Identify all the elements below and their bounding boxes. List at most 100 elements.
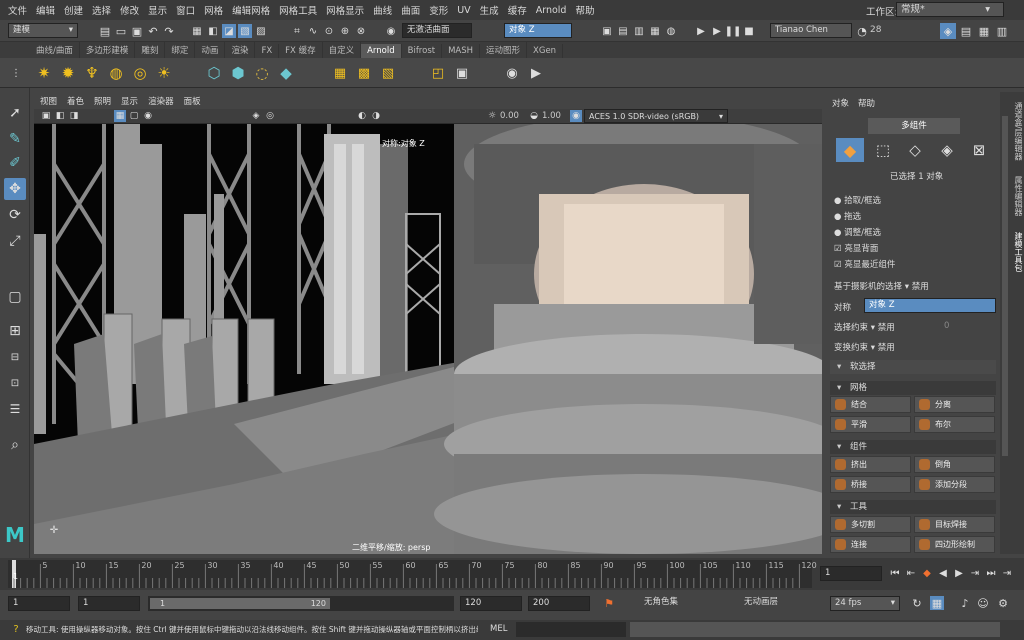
anim-layer-dropdown[interactable]: 无动画层 — [740, 596, 824, 611]
menu-help[interactable]: 帮助 — [575, 3, 594, 17]
add-divisions-button[interactable]: 添加分段 — [914, 476, 995, 493]
menu-cache[interactable]: 缓存 — [508, 3, 527, 17]
menu-surfaces[interactable]: 曲面 — [401, 3, 420, 17]
step-back-key-icon[interactable]: ⇤ — [904, 566, 918, 580]
target-weld-button[interactable]: 目标焊接 — [914, 516, 995, 533]
snap-live-icon[interactable]: ⊗ — [354, 24, 368, 38]
xray-icon[interactable]: ◎ — [264, 110, 276, 122]
viewport-panel[interactable]: 视图 着色 照明 显示 渲染器 面板 ▣ ◧ ◨ ▦ ▢ ◉ ◈ ◎ ◐ ◑ ☼… — [34, 92, 822, 554]
shelf-tab-custom[interactable]: 自定义 — [323, 42, 362, 58]
select-tool-icon[interactable]: ➚ — [4, 102, 26, 124]
bridge-button[interactable]: 桥接 — [830, 476, 911, 493]
aa-icon[interactable]: ◐ — [356, 110, 368, 122]
radio-pick-marquee[interactable]: ● 拾取/框选 — [834, 194, 881, 206]
channel-box-icon[interactable]: ▥ — [994, 23, 1010, 39]
export-standin-icon[interactable]: ⬢ — [228, 63, 248, 83]
snap-grid-icon[interactable]: ⌗ — [290, 24, 304, 38]
vp-menu-panels[interactable]: 面板 — [184, 95, 201, 107]
select-component-icon[interactable]: ◪ — [222, 24, 236, 38]
menu-display[interactable]: 显示 — [148, 3, 167, 17]
shelf-tab-poly[interactable]: 多边形建模 — [80, 42, 136, 58]
menu-arnold[interactable]: Arnold — [536, 5, 567, 16]
play-back-icon[interactable]: ◀ — [936, 566, 950, 580]
lasso-tool-icon[interactable]: ✎ — [4, 128, 26, 150]
shelf-tab-motion-graphics[interactable]: 运动图形 — [480, 42, 528, 58]
menu-window[interactable]: 窗口 — [176, 3, 195, 17]
play-icon[interactable]: ▶ — [710, 24, 724, 38]
menu-edit[interactable]: 编辑 — [36, 3, 55, 17]
object-mode-icon[interactable]: ◆ — [836, 138, 864, 162]
attribute-editor-icon[interactable]: ▤ — [958, 23, 974, 39]
paint-select-icon[interactable]: ✐ — [4, 152, 26, 174]
edge-mode-icon[interactable]: ◇ — [902, 138, 928, 162]
multi-component-tab[interactable]: 多组件 — [868, 118, 960, 134]
shelf-tab-rendering[interactable]: 渲染 — [225, 42, 256, 58]
vp-menu-lighting[interactable]: 照明 — [94, 95, 111, 107]
grid-icon[interactable]: ▦ — [114, 110, 126, 122]
camera-icon[interactable]: ▣ — [40, 110, 52, 122]
render-icon[interactable]: ▣ — [600, 24, 614, 38]
menu-generate[interactable]: 生成 — [480, 3, 499, 17]
outliner-icon[interactable]: ☰ — [4, 398, 26, 420]
tools-section-header[interactable]: 工具 — [830, 500, 996, 514]
checkbox-nearest[interactable]: ☑ 亮显最近组件 — [834, 258, 895, 270]
modeling-toolkit-icon[interactable]: ◈ — [940, 23, 956, 39]
shelf-tab-curves[interactable]: 曲线/曲面 — [30, 42, 80, 58]
shelf-tab-mash[interactable]: MASH — [442, 44, 481, 58]
layout-icon[interactable]: ⊟ — [4, 346, 26, 368]
vp-menu-show[interactable]: 显示 — [121, 95, 138, 107]
physical-sky-icon[interactable]: ◎ — [130, 63, 150, 83]
multi-cut-button[interactable]: 多切割 — [830, 516, 911, 533]
select-mask-icon[interactable]: ▧ — [238, 24, 252, 38]
tab-channel-box[interactable]: 通道盒/层编辑器 — [1013, 102, 1024, 161]
shelf-tab-xgen[interactable]: XGen — [527, 44, 564, 58]
boolean-button[interactable]: 布尔 — [914, 416, 995, 433]
menu-mesh-tools[interactable]: 网格工具 — [279, 3, 317, 17]
soft-select-section[interactable]: 软选择 — [830, 360, 996, 374]
move-tool-icon[interactable]: ✥ — [4, 178, 26, 200]
snap-curve-icon[interactable]: ∿ — [306, 24, 320, 38]
smooth-shade-icon[interactable]: ◉ — [142, 110, 154, 122]
start-time-field[interactable]: 1 — [8, 596, 70, 611]
fps-dropdown[interactable]: 24 fps ▾ — [830, 596, 900, 611]
vp-menu-view[interactable]: 视图 — [40, 95, 57, 107]
volume-icon[interactable]: ◌ — [252, 63, 272, 83]
exposure-value[interactable]: 0.00 — [500, 111, 519, 121]
connect-button[interactable]: 连接 — [830, 536, 911, 553]
search-icon[interactable]: ⌕ — [4, 434, 26, 456]
tab-attribute-editor[interactable]: 属性编辑器 — [1013, 176, 1024, 216]
shelf-tab-fx-cache[interactable]: FX 缓存 — [279, 42, 323, 58]
loop-icon[interactable]: ↻ — [910, 596, 924, 610]
mesh-section-header[interactable]: 网格 — [830, 381, 996, 395]
tx-manager-icon[interactable]: ◰ — [428, 63, 448, 83]
separate-button[interactable]: 分离 — [914, 396, 995, 413]
snap-view-plane-icon[interactable]: ⊕ — [338, 24, 352, 38]
menu-file[interactable]: 文件 — [8, 3, 27, 17]
shelf-tab-fx[interactable]: FX — [255, 44, 280, 58]
bevel-button[interactable]: 倒角 — [914, 456, 995, 473]
anim-end-field[interactable]: 200 — [528, 596, 590, 611]
menu-select[interactable]: 选择 — [92, 3, 111, 17]
menu-uv[interactable]: UV — [457, 5, 470, 16]
go-to-end-icon[interactable]: ⇥ — [1000, 566, 1014, 580]
range-handle[interactable]: 1 120 — [150, 598, 330, 609]
character-set-dropdown[interactable]: 无角色集 — [640, 596, 734, 611]
current-frame-field[interactable]: 1 — [820, 566, 882, 581]
save-scene-icon[interactable]: ▣ — [130, 24, 144, 38]
shelf-tab-rigging[interactable]: 绑定 — [165, 42, 196, 58]
undo-icon[interactable]: ↶ — [146, 24, 160, 38]
vp-menu-renderer[interactable]: 渲染器 — [148, 95, 174, 107]
command-input[interactable] — [516, 622, 626, 637]
shelf-options-icon[interactable]: ⋮ — [10, 64, 22, 82]
live-surface-icon[interactable]: ◉ — [384, 24, 398, 38]
clock-icon[interactable]: ◔ — [856, 24, 868, 38]
panel-menu-object[interactable]: 对象 — [832, 97, 849, 109]
camera-based-selection[interactable]: 基于摄影机的选择 ▾ 禁用 — [834, 280, 929, 292]
live-surface-field[interactable]: 无激活曲面 — [402, 23, 472, 38]
shelf-tab-sculpt[interactable]: 雕刻 — [135, 42, 166, 58]
time-slider[interactable]: 1 5 10 15 20 25 30 35 40 45 50 55 60 65 70 75 80 85 90 95 1… — [0, 558, 1024, 590]
menu-modify[interactable]: 修改 — [120, 3, 139, 17]
select-hierarchy-icon[interactable]: ▦ — [190, 24, 204, 38]
isolate-select-icon[interactable]: ◈ — [250, 110, 262, 122]
ambient-occlusion-icon[interactable]: ◑ — [370, 110, 382, 122]
